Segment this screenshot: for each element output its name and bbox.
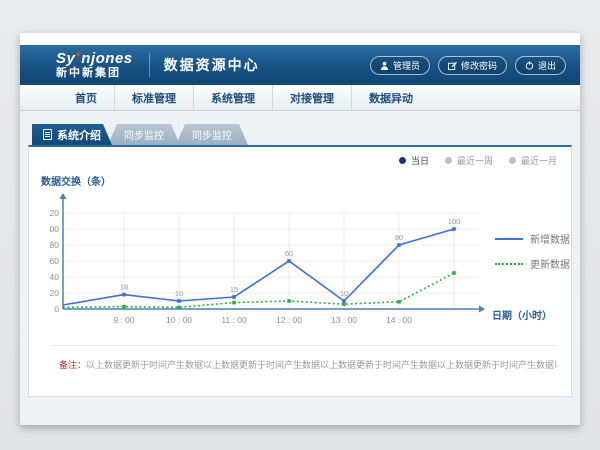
svg-text:0: 0: [54, 304, 59, 314]
x-axis-title: 日期（小时）: [492, 307, 552, 322]
tab-1[interactable]: 同步监控: [108, 124, 180, 145]
svg-text:10 : 00: 10 : 00: [166, 315, 192, 325]
period-option-label: 最近一月: [521, 154, 557, 167]
nav-item-1[interactable]: 标准管理: [114, 85, 193, 110]
tab-2[interactable]: 同步监控: [176, 124, 248, 145]
edit-icon: [448, 61, 457, 70]
logo-accent-dot: ●: [75, 49, 81, 59]
header-divider: [149, 53, 150, 77]
radio-dot-icon: [509, 157, 516, 164]
svg-text:20: 20: [50, 288, 60, 298]
main-nav: 首页标准管理系统管理对接管理数据异动: [20, 85, 580, 111]
user-button[interactable]: 管理员: [370, 56, 430, 75]
svg-text:40: 40: [50, 272, 60, 282]
period-option-0[interactable]: 当日: [399, 154, 429, 167]
brand-logo-text: Sy●njones: [56, 51, 133, 66]
svg-text:9 : 00: 9 : 00: [113, 315, 135, 325]
tab-0[interactable]: 系统介绍: [32, 124, 112, 145]
remark-text: 以上数据更新于时间产生数据以上数据更新于时间产生数据以上数据更新于时间产生数据以…: [86, 360, 557, 370]
tab-label: 系统介绍: [57, 127, 101, 143]
content-area: 系统介绍 同步监控 同步监控 当日 最近一周 最近一月 数据交换（条） 0 20 40 60 8…: [20, 111, 580, 425]
brand-logo: Sy●njones 新中新集团: [56, 51, 149, 79]
svg-text:10: 10: [340, 289, 348, 298]
svg-text:60: 60: [50, 256, 60, 266]
legend-swatch-icon: [495, 238, 523, 240]
user-label: 管理员: [393, 59, 420, 72]
svg-text:13 : 00: 13 : 00: [331, 315, 357, 325]
svg-text:14 : 00: 14 : 00: [386, 315, 412, 325]
logout-label: 退出: [538, 59, 556, 72]
change-password-label: 修改密码: [461, 59, 497, 72]
period-option-label: 当日: [411, 154, 429, 167]
svg-text:18: 18: [120, 283, 128, 292]
svg-text:10: 10: [175, 289, 183, 298]
radio-dot-icon: [445, 157, 452, 164]
svg-text:80: 80: [395, 233, 403, 242]
power-icon: [525, 61, 534, 70]
svg-text:11 : 00: 11 : 00: [221, 315, 247, 325]
svg-text:100: 100: [448, 217, 461, 226]
nav-item-4[interactable]: 数据异动: [351, 85, 430, 110]
legend-label: 更新数据: [530, 256, 570, 271]
radio-dot-icon: [399, 157, 406, 164]
legend-label: 新增数据: [530, 231, 570, 246]
period-option-label: 最近一周: [457, 154, 493, 167]
remark-prefix: 备注：: [59, 360, 86, 370]
svg-text:80: 80: [50, 240, 60, 250]
svg-text:60: 60: [285, 249, 293, 258]
nav-item-3[interactable]: 对接管理: [272, 85, 351, 110]
legend-item-0: 新增数据: [495, 231, 570, 246]
y-axis-title: 数据交换（条）: [41, 173, 111, 188]
app-header: Sy●njones 新中新集团 数据资源中心 管理员 修改密码 退出: [20, 45, 580, 85]
remark-note: 备注：以上数据更新于时间产生数据以上数据更新于时间产生数据以上数据更新于时间产生…: [51, 345, 557, 371]
svg-text:120: 120: [49, 208, 59, 218]
page-title: 数据资源中心: [164, 55, 260, 75]
svg-text:12 : 00: 12 : 00: [276, 315, 302, 325]
user-icon: [380, 61, 389, 70]
period-option-2[interactable]: 最近一月: [509, 154, 557, 167]
tab-bar: 系统介绍 同步监控 同步监控: [32, 124, 580, 145]
legend-swatch-icon: [495, 263, 523, 265]
page-top-strip: [20, 33, 580, 45]
period-filter: 当日 最近一周 最近一月: [399, 154, 557, 167]
nav-item-2[interactable]: 系统管理: [193, 85, 272, 110]
svg-text:15: 15: [230, 285, 238, 294]
chart-legend: 新增数据更新数据: [495, 231, 570, 271]
change-password-button[interactable]: 修改密码: [438, 56, 507, 75]
app-window: Sy●njones 新中新集团 数据资源中心 管理员 修改密码 退出 首页标准管…: [20, 33, 580, 425]
period-option-1[interactable]: 最近一周: [445, 154, 493, 167]
tab-label: 同步监控: [124, 127, 164, 142]
legend-item-1: 更新数据: [495, 256, 570, 271]
nav-item-0[interactable]: 首页: [58, 85, 114, 110]
brand-logo-cn: 新中新集团: [56, 68, 133, 79]
tab-label: 同步监控: [192, 127, 232, 142]
svg-text:100: 100: [49, 224, 59, 234]
logout-button[interactable]: 退出: [515, 56, 566, 75]
document-icon: [43, 129, 52, 140]
chart-panel: 当日 最近一周 最近一月 数据交换（条） 0 20 40 60 80 100 120 9 : 00…: [28, 145, 572, 397]
line-chart: 0 20 40 60 80 100 120 9 : 00 10 : 00 11 : 00 12 : …: [49, 189, 499, 337]
header-actions: 管理员 修改密码 退出: [370, 56, 566, 75]
